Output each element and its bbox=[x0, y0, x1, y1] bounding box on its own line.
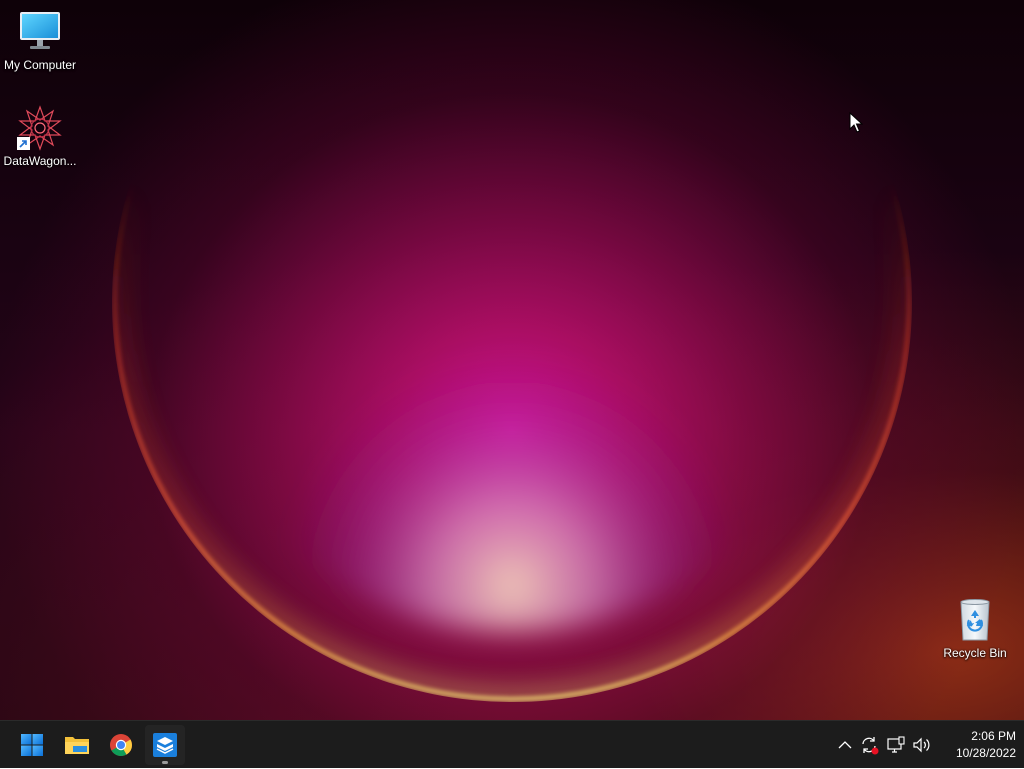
datawagon-taskbar-icon bbox=[153, 733, 177, 757]
file-explorer-button[interactable] bbox=[57, 725, 97, 765]
tray-overflow-button[interactable] bbox=[836, 721, 854, 769]
network-icon bbox=[887, 736, 905, 753]
datawagon-taskbar-button[interactable] bbox=[145, 725, 185, 765]
taskbar: 2:06 PM 10/28/2022 bbox=[0, 720, 1024, 768]
desktop-icon-datawagon[interactable]: DataWagon... bbox=[0, 104, 80, 168]
desktop-icon-label: My Computer bbox=[3, 58, 77, 72]
tray-network-button[interactable] bbox=[884, 721, 908, 769]
start-button[interactable] bbox=[12, 725, 52, 765]
chrome-button[interactable] bbox=[101, 725, 141, 765]
wallpaper-orb-glow bbox=[112, 0, 912, 702]
recycle-bin-icon bbox=[951, 596, 999, 644]
clock-date: 10/28/2022 bbox=[955, 746, 1016, 760]
tray-sync-button[interactable] bbox=[858, 721, 880, 769]
mouse-cursor-icon bbox=[849, 112, 863, 133]
clock-time: 2:06 PM bbox=[971, 729, 1016, 743]
desktop-icon-label: Recycle Bin bbox=[943, 646, 1007, 660]
windows-logo-icon bbox=[21, 734, 43, 756]
desktop-icon-recycle-bin[interactable]: Recycle Bin bbox=[935, 596, 1015, 660]
chrome-icon bbox=[110, 734, 132, 756]
taskbar-clock[interactable]: 2:06 PM 10/28/2022 bbox=[936, 728, 1016, 762]
folder-icon bbox=[65, 737, 89, 754]
running-indicator bbox=[162, 761, 168, 764]
chevron-up-icon bbox=[838, 741, 852, 749]
desktop-wallpaper: My Computer DataWagon... Recycle Bin bbox=[0, 0, 1024, 720]
tray-volume-button[interactable] bbox=[910, 721, 934, 769]
desktop-icon-my-computer[interactable]: My Computer bbox=[0, 8, 80, 72]
desktop-icon-label: DataWagon... bbox=[3, 154, 77, 168]
monitor-icon bbox=[16, 8, 64, 56]
shortcut-arrow-icon bbox=[17, 137, 30, 150]
volume-icon bbox=[913, 737, 930, 753]
datawagon-app-icon bbox=[16, 104, 64, 152]
sync-icon bbox=[862, 737, 879, 755]
